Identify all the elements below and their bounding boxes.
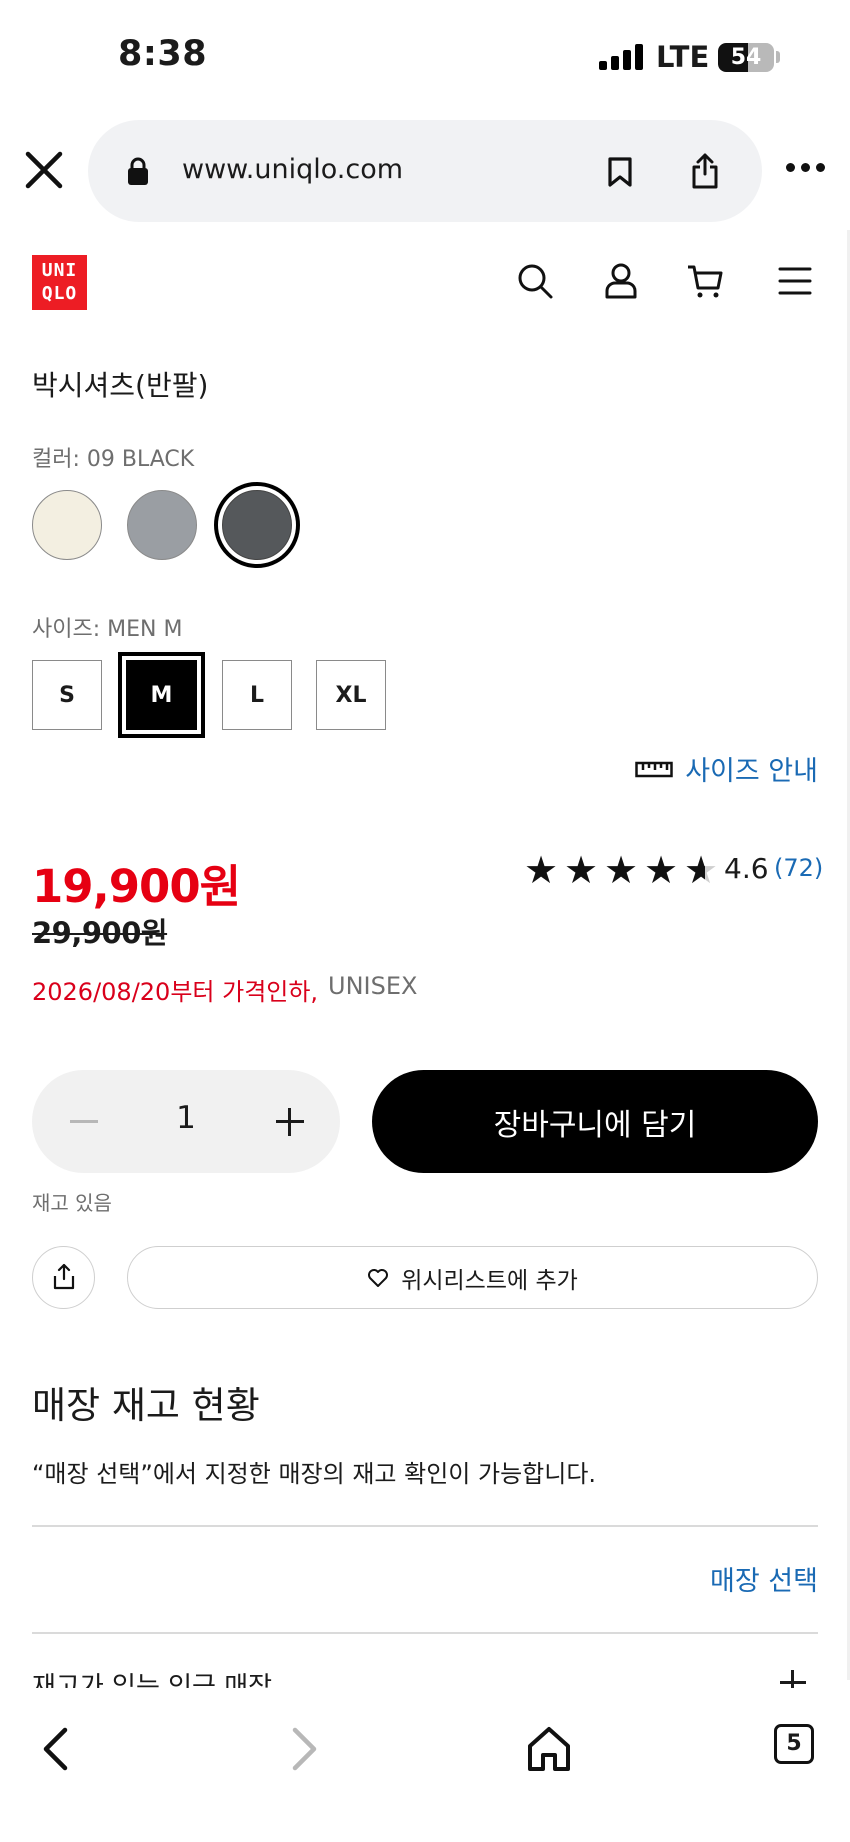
star-icon: ★ — [604, 848, 639, 892]
sale-price: 19,900원 — [32, 860, 241, 913]
rating-value: 4.6 — [724, 852, 769, 885]
cart-icon[interactable] — [686, 262, 724, 300]
quantity-increase-button[interactable] — [276, 1108, 304, 1136]
status-bar: 8:38 LTE 54 — [0, 0, 850, 110]
logo-line-2: QLO — [41, 283, 78, 304]
divider — [32, 1632, 818, 1634]
size-option-l[interactable]: L — [222, 660, 292, 730]
account-icon[interactable] — [602, 262, 640, 300]
size-guide-link[interactable]: 사이즈 안내 — [635, 749, 818, 788]
color-label: 컬러: 09 BLACK — [32, 447, 195, 472]
product-title: 박시셔츠(반팔) — [32, 369, 209, 402]
color-swatch-gray[interactable] — [127, 490, 197, 560]
ruler-icon — [635, 761, 673, 777]
size-option-s[interactable]: S — [32, 660, 102, 730]
network-type: LTE — [656, 40, 710, 74]
star-icon: ★ — [564, 848, 599, 892]
half-star-fill-icon: ★ — [684, 850, 705, 890]
heart-icon — [368, 1268, 389, 1287]
more-options-icon[interactable] — [786, 160, 826, 174]
color-swatch-black[interactable] — [214, 482, 300, 568]
size-option-m[interactable]: M — [118, 652, 205, 738]
star-icon: ★ — [644, 848, 679, 892]
forward-icon[interactable] — [278, 1724, 328, 1774]
stock-status: 재고 있음 — [32, 1191, 112, 1215]
share-product-button[interactable] — [32, 1246, 95, 1309]
url-text[interactable]: www.uniqlo.com — [182, 154, 403, 185]
store-stock-title: 매장 재고 현황 — [32, 1384, 260, 1427]
color-swatch-off-white[interactable] — [32, 490, 102, 560]
size-label: 사이즈: MEN M — [32, 617, 183, 642]
gender-tag: UNISEX — [328, 972, 418, 1000]
add-to-wishlist-button[interactable]: 위시리스트에 추가 — [127, 1246, 818, 1309]
battery-level: 54 — [730, 45, 762, 70]
star-icon: ★ — [524, 848, 559, 892]
size-option-xl[interactable]: XL — [316, 660, 386, 730]
close-icon[interactable] — [24, 150, 64, 190]
add-to-cart-button[interactable]: 장바구니에 담기 — [372, 1070, 818, 1173]
battery-tip — [776, 51, 780, 63]
price-reduction-note: 2026/08/20부터 가격인하, — [32, 978, 319, 1006]
address-bar[interactable]: www.uniqlo.com — [88, 120, 762, 222]
original-price: 29,900원 — [32, 916, 168, 950]
cellular-signal-icon — [599, 44, 643, 70]
uniqlo-logo[interactable]: UNI QLO — [32, 255, 87, 310]
tabs-button[interactable]: 5 — [774, 1724, 814, 1764]
home-icon[interactable] — [524, 1724, 574, 1774]
store-stock-description: “매장 선택”에서 지정한 매장의 재고 확인이 가능합니다. — [32, 1460, 597, 1488]
menu-icon[interactable] — [776, 262, 814, 300]
back-icon[interactable] — [32, 1724, 82, 1774]
color-swatch-black-fill — [222, 490, 292, 560]
browser-toolbar: 5 — [0, 1688, 850, 1842]
divider — [32, 1525, 818, 1527]
logo-line-1: UNI — [41, 260, 78, 281]
search-icon[interactable] — [516, 262, 554, 300]
share-icon[interactable] — [690, 152, 720, 190]
status-time: 8:38 — [118, 34, 208, 74]
share-icon — [53, 1263, 75, 1290]
bookmark-icon[interactable] — [606, 156, 634, 188]
select-store-link[interactable]: 매장 선택 — [710, 1559, 818, 1598]
battery-icon: 54 — [718, 43, 774, 72]
lock-icon — [128, 157, 148, 185]
size-guide-label[interactable]: 사이즈 안내 — [685, 749, 818, 788]
wishlist-label: 위시리스트에 추가 — [401, 1267, 578, 1294]
review-count-link[interactable]: (72) — [774, 854, 823, 882]
quantity-stepper: 1 — [32, 1070, 340, 1173]
